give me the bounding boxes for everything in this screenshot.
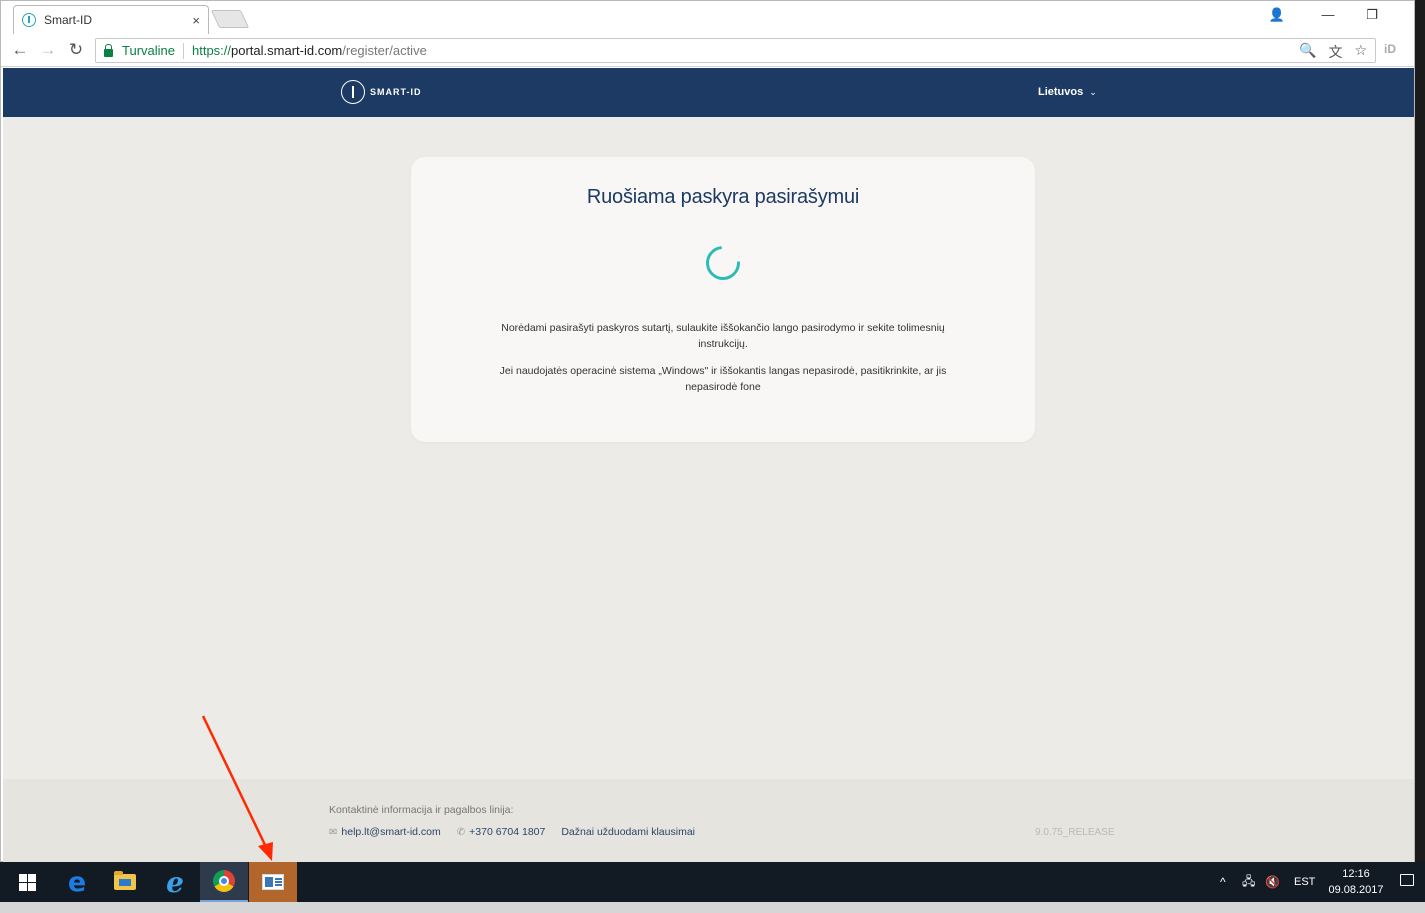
phone-icon: ✆ [456,827,466,838]
bottom-scroll-strip [0,902,1425,913]
site-footer: Kontaktinė informacija ir pagalbos linij… [3,779,1414,863]
url-scheme: https:// [191,43,232,58]
registration-card: Ruošiama paskyra pasirašymui Norėdami pa… [411,157,1035,442]
translate-icon[interactable]: 文 [1328,42,1342,62]
file-explorer-icon [114,871,136,890]
version-label: 9.0.75_RELEASE [1035,827,1115,838]
url-host: portal.smart-id.com [231,43,343,58]
profile-icon[interactable]: 👤 [1263,7,1291,23]
envelope-icon: ✉ [329,827,338,838]
omnibox-actions: 🔍 文 ☆ [1299,42,1367,62]
browser-toolbar: ← → ↻ Turvaline https:// portal.smart-id… [1,34,1414,67]
internet-explorer-icon: e [166,865,184,899]
input-language-indicator[interactable]: EST [1294,862,1315,902]
smart-id-logo[interactable]: SMART-ID [341,80,422,104]
title-bar: Smart-ID × 👤 — ❐ [1,1,1414,34]
smart-id-favicon-icon [22,13,36,27]
browser-tab-smart-id[interactable]: Smart-ID × [13,5,209,34]
new-tab-button[interactable] [210,10,250,28]
address-bar[interactable]: Turvaline https:// portal.smart-id.com /… [95,38,1376,63]
tab-title: Smart-ID [44,13,92,27]
system-clock[interactable]: 12:16 09.08.2017 [1320,866,1392,898]
desktop-edge [1415,0,1425,862]
back-button[interactable]: ← [9,40,31,60]
edge-browser-icon: e [67,866,87,898]
contact-label: Kontaktinė informacija ir pagalbos linij… [329,804,514,816]
clock-time: 12:16 [1342,868,1370,880]
taskbar-internet-explorer[interactable]: e [151,862,199,902]
secure-label[interactable]: Turvaline [122,43,175,58]
phone-text: +370 6704 1807 [469,826,546,838]
email-link[interactable]: ✉ help.lt@smart-id.com [329,826,441,838]
card-title: Ruošiama paskyra pasirašymui [586,186,860,208]
footer-links: ✉ help.lt@smart-id.com ✆ +370 6704 1807 Da… [329,826,695,838]
zoom-icon[interactable]: 🔍 [1299,42,1316,62]
browser-window: Smart-ID × 👤 — ❐ ← → ↻ Turvaline https:/… [0,0,1415,863]
instruction-paragraph-1: Norėdami pasirašyti paskyros sutartį, su… [501,322,945,350]
show-hidden-icons[interactable]: ^ [1220,862,1226,902]
reload-button[interactable]: ↻ [65,40,87,60]
site-header: SMART-ID Lietuvos ⌄ [3,68,1414,117]
loading-spinner-icon [699,239,747,287]
language-selector[interactable]: Lietuvos ⌄ [1038,86,1097,98]
lock-icon [104,43,113,57]
chevron-down-icon: ⌄ [1089,86,1097,97]
minimize-button[interactable]: — [1314,7,1342,22]
taskbar-edge[interactable]: e [53,862,101,902]
restore-button[interactable]: ❐ [1358,7,1386,23]
clock-date: 09.08.2017 [1328,884,1384,896]
network-icon[interactable]: 🖧 [1242,862,1255,902]
smart-id-logo-icon [341,80,365,104]
taskbar-smart-id-app[interactable] [249,862,297,902]
chrome-icon [213,870,235,892]
email-text: help.lt@smart-id.com [341,826,441,838]
faq-link[interactable]: Dažnai užduodami klausimai [561,826,695,838]
volume-muted-icon[interactable]: 🔇 [1265,862,1280,902]
extension-id-icon[interactable]: iD [1384,42,1396,56]
windows-taskbar: e e ^ 🖧 🔇 EST 12:16 09.08.2017 [0,862,1425,902]
url-path: /register/active [342,43,427,58]
language-label: Lietuvos [1038,86,1084,98]
page-viewport: SMART-ID Lietuvos ⌄ Ruošiama paskyra pas… [3,68,1414,863]
address-separator [182,42,184,59]
taskbar-chrome[interactable] [200,862,248,902]
application-window-icon [262,874,284,890]
windows-logo-icon [18,873,36,891]
tab-close-icon[interactable]: × [192,13,200,28]
phone-link[interactable]: ✆ +370 6704 1807 [457,826,546,838]
start-button[interactable] [3,862,51,902]
taskbar-file-explorer[interactable] [101,862,149,902]
forward-button[interactable]: → [37,40,59,60]
logo-text: SMART-ID [370,87,422,97]
action-center-icon[interactable] [1400,874,1414,886]
bookmark-star-icon[interactable]: ☆ [1354,42,1367,62]
instruction-paragraph-2: Jei naudojatės operacinė sistema „Window… [499,365,947,393]
